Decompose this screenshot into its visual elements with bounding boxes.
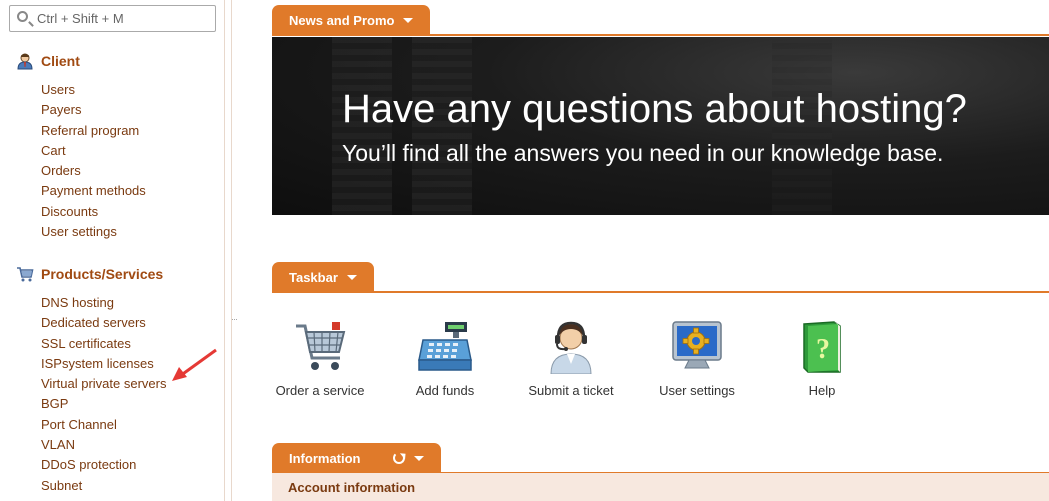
panel-taskbar-title: Taskbar (289, 269, 338, 285)
sidebar-item-payment-methods[interactable]: Payment methods (41, 181, 146, 201)
task-label: Add funds (415, 383, 475, 398)
sidebar-item-ddos-protection[interactable]: DDoS protection (41, 455, 166, 475)
sidebar-item-subnet[interactable]: Subnet (41, 476, 166, 496)
panel-information-title: Information (289, 450, 361, 466)
sidebar-item-vlan[interactable]: VLAN (41, 435, 166, 455)
sidebar-item-payers[interactable]: Payers (41, 100, 146, 120)
panel-information-header[interactable]: Information (272, 443, 441, 473)
chevron-down-icon[interactable] (403, 17, 414, 23)
cart-icon (17, 267, 34, 282)
svg-text:?: ? (816, 334, 830, 365)
sidebar-splitter[interactable]: ··· (226, 0, 238, 501)
panel-news-title: News and Promo (289, 12, 395, 28)
sidebar-item-cart[interactable]: Cart (41, 141, 146, 161)
sidebar-item-port-channel[interactable]: Port Channel (41, 415, 166, 435)
panel-taskbar-header[interactable]: Taskbar (272, 262, 374, 292)
task-user-settings[interactable]: User settings (637, 318, 757, 398)
main-content: News and Promo Have any questions about … (233, 0, 1049, 501)
task-label: Help (808, 383, 836, 398)
cash-register-icon (418, 322, 472, 371)
group-products-services[interactable]: Products/Services (16, 265, 163, 283)
sidebar-item-dns-hosting[interactable]: DNS hosting (41, 293, 166, 313)
task-label: Order a service (275, 383, 365, 398)
sidebar-item-virtual-private-servers[interactable]: Virtual private servers (41, 374, 166, 394)
chevron-down-icon[interactable] (413, 455, 424, 461)
task-add-funds[interactable]: Add funds (385, 318, 505, 398)
task-help[interactable]: ? Help (762, 318, 882, 398)
sidebar-item-discounts[interactable]: Discounts (41, 202, 146, 222)
sidebar-item-ispsystem-licenses[interactable]: ISPsystem licenses (41, 354, 166, 374)
sidebar-item-dedicated-servers[interactable]: Dedicated servers (41, 313, 166, 333)
help-book-icon: ? (803, 321, 841, 373)
products-menu: DNS hosting Dedicated servers SSL certif… (41, 293, 166, 496)
shopping-cart-icon (296, 322, 346, 370)
sidebar-item-user-settings[interactable]: User settings (41, 222, 146, 242)
search-box[interactable] (9, 5, 216, 32)
search-input[interactable] (37, 9, 212, 28)
group-title-products-services: Products/Services (41, 266, 164, 282)
panel-taskbar-divider (272, 291, 1049, 293)
panel-news-header[interactable]: News and Promo (272, 5, 431, 35)
support-agent-icon (550, 321, 592, 375)
task-order-service[interactable]: Order a service (260, 318, 380, 398)
sidebar-item-bgp[interactable]: BGP (41, 394, 166, 414)
sidebar-item-orders[interactable]: Orders (41, 161, 146, 181)
sidebar-item-ssl-certificates[interactable]: SSL certificates (41, 334, 166, 354)
account-information-section[interactable]: Account information (272, 473, 1049, 501)
sidebar: Client Users Payers Referral program Car… (0, 0, 225, 501)
news-banner[interactable]: Have any questions about hosting? You’ll… (272, 37, 1049, 215)
account-information-title: Account information (288, 480, 416, 495)
task-label: Submit a ticket (528, 383, 614, 398)
refresh-icon[interactable] (392, 452, 405, 464)
task-label: User settings (659, 383, 735, 398)
sidebar-item-referral-program[interactable]: Referral program (41, 121, 146, 141)
panel-news-divider (272, 34, 1049, 36)
monitor-gear-icon (672, 321, 722, 369)
group-client[interactable]: Client (16, 52, 80, 70)
user-icon (17, 53, 33, 70)
task-submit-ticket[interactable]: Submit a ticket (511, 318, 631, 398)
sidebar-item-users[interactable]: Users (41, 80, 146, 100)
client-menu: Users Payers Referral program Cart Order… (41, 80, 146, 242)
annotation-arrow-icon (172, 348, 217, 381)
banner-heading: Have any questions about hosting? (342, 87, 967, 131)
banner-subheading: You’ll find all the answers you need in … (342, 140, 944, 166)
search-icon (17, 11, 28, 22)
chevron-down-icon[interactable] (346, 274, 357, 280)
group-title-client: Client (41, 53, 80, 69)
